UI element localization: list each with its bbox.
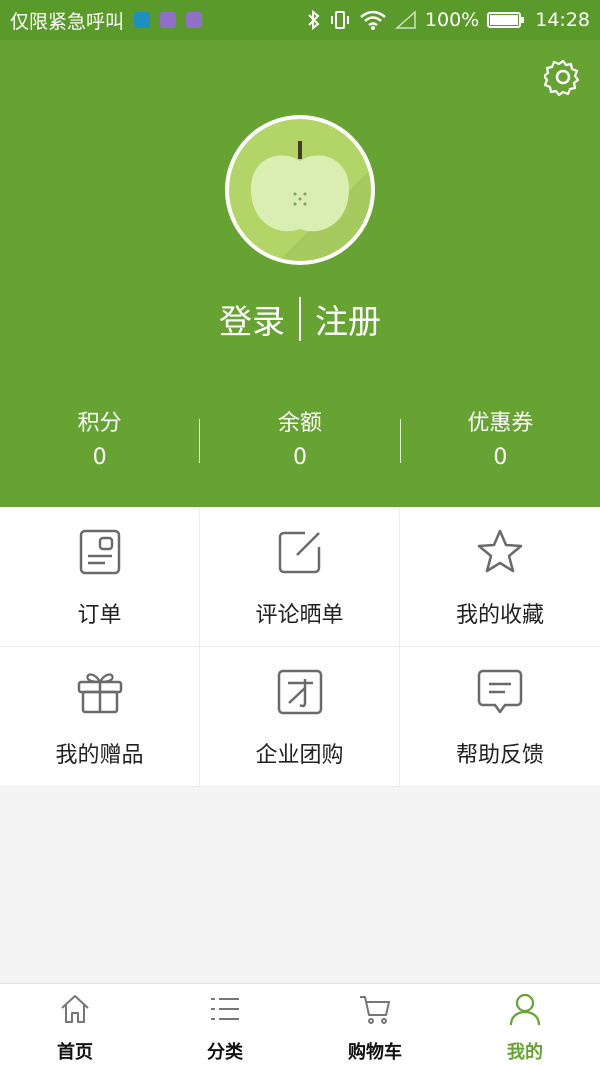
bottom-nav: 首页 分类 购物车 我的 bbox=[0, 983, 600, 1067]
gift-icon bbox=[77, 673, 122, 714]
menu-item-label: 我的赠品 bbox=[55, 743, 144, 768]
account-stats: 积分 0 余额 0 优惠券 0 bbox=[0, 405, 600, 475]
menu-grid: 订单 评论晒单 我的收藏 我的赠品 企业团购 帮助反馈 bbox=[0, 507, 600, 787]
menu-item-label: 评论晒单 bbox=[255, 603, 344, 628]
wifi-icon bbox=[360, 10, 386, 30]
carrier-text: 仅限紧急呼叫 bbox=[10, 10, 125, 33]
comment-icon bbox=[278, 531, 320, 574]
feedback-icon bbox=[477, 669, 523, 714]
image-notification-icon bbox=[160, 12, 177, 28]
group-buy-icon bbox=[277, 669, 322, 715]
battery-icon bbox=[487, 12, 525, 28]
auth-divider bbox=[299, 297, 301, 341]
menu-item-label: 我的收藏 bbox=[455, 603, 544, 628]
nav-home[interactable]: 首页 bbox=[0, 984, 150, 1067]
login-link[interactable]: 登录 bbox=[219, 295, 285, 343]
user-icon bbox=[509, 993, 541, 1026]
vibrate-icon bbox=[330, 11, 349, 29]
home-icon bbox=[61, 995, 89, 1023]
settings-gear-icon[interactable] bbox=[544, 58, 582, 96]
stat-coupons[interactable]: 优惠券 0 bbox=[401, 405, 600, 475]
stat-points[interactable]: 积分 0 bbox=[0, 405, 199, 475]
menu-item-gifts[interactable]: 我的赠品 bbox=[0, 647, 200, 787]
stat-label: 优惠券 bbox=[467, 411, 534, 436]
nav-category[interactable]: 分类 bbox=[150, 984, 300, 1067]
nav-label: 分类 bbox=[207, 1042, 243, 1063]
menu-item-group-buy[interactable]: 企业团购 bbox=[200, 647, 400, 787]
register-link[interactable]: 注册 bbox=[315, 295, 381, 343]
star-icon bbox=[477, 529, 523, 573]
status-bar: 仅限紧急呼叫 100% 14:28 bbox=[0, 0, 600, 40]
menu-item-label: 企业团购 bbox=[255, 743, 344, 768]
menu-item-feedback[interactable]: 帮助反馈 bbox=[400, 647, 600, 787]
cart-icon bbox=[360, 996, 390, 1024]
list-icon bbox=[211, 998, 239, 1020]
avatar[interactable] bbox=[225, 115, 375, 265]
stat-value: 0 bbox=[292, 445, 307, 470]
message-notification-icon bbox=[186, 12, 203, 28]
clock: 14:28 bbox=[535, 9, 590, 31]
stat-label: 积分 bbox=[77, 411, 122, 436]
menu-item-orders[interactable]: 订单 bbox=[0, 507, 200, 647]
nav-cart[interactable]: 购物车 bbox=[300, 984, 450, 1067]
usb-notification-icon bbox=[134, 12, 151, 28]
auth-links: 登录 注册 bbox=[0, 295, 600, 343]
stat-balance[interactable]: 余额 0 bbox=[200, 405, 399, 475]
stat-label: 余额 bbox=[277, 411, 322, 436]
nav-mine[interactable]: 我的 bbox=[450, 984, 600, 1067]
nav-label: 我的 bbox=[507, 1042, 543, 1063]
nav-label: 首页 bbox=[57, 1042, 93, 1063]
apple-avatar-icon bbox=[229, 119, 371, 261]
nav-label: 购物车 bbox=[348, 1042, 402, 1063]
menu-item-label: 帮助反馈 bbox=[455, 743, 544, 768]
menu-item-label: 订单 bbox=[77, 603, 122, 628]
stat-value: 0 bbox=[92, 445, 107, 470]
stat-value: 0 bbox=[493, 445, 508, 470]
signal-icon bbox=[394, 10, 416, 29]
bluetooth-icon bbox=[308, 10, 320, 30]
menu-item-reviews[interactable]: 评论晒单 bbox=[200, 507, 400, 647]
battery-percent: 100% bbox=[424, 9, 480, 31]
order-icon bbox=[79, 529, 120, 575]
menu-item-favorites[interactable]: 我的收藏 bbox=[400, 507, 600, 647]
profile-header: 登录 注册 积分 0 余额 0 优惠券 0 bbox=[0, 40, 600, 507]
